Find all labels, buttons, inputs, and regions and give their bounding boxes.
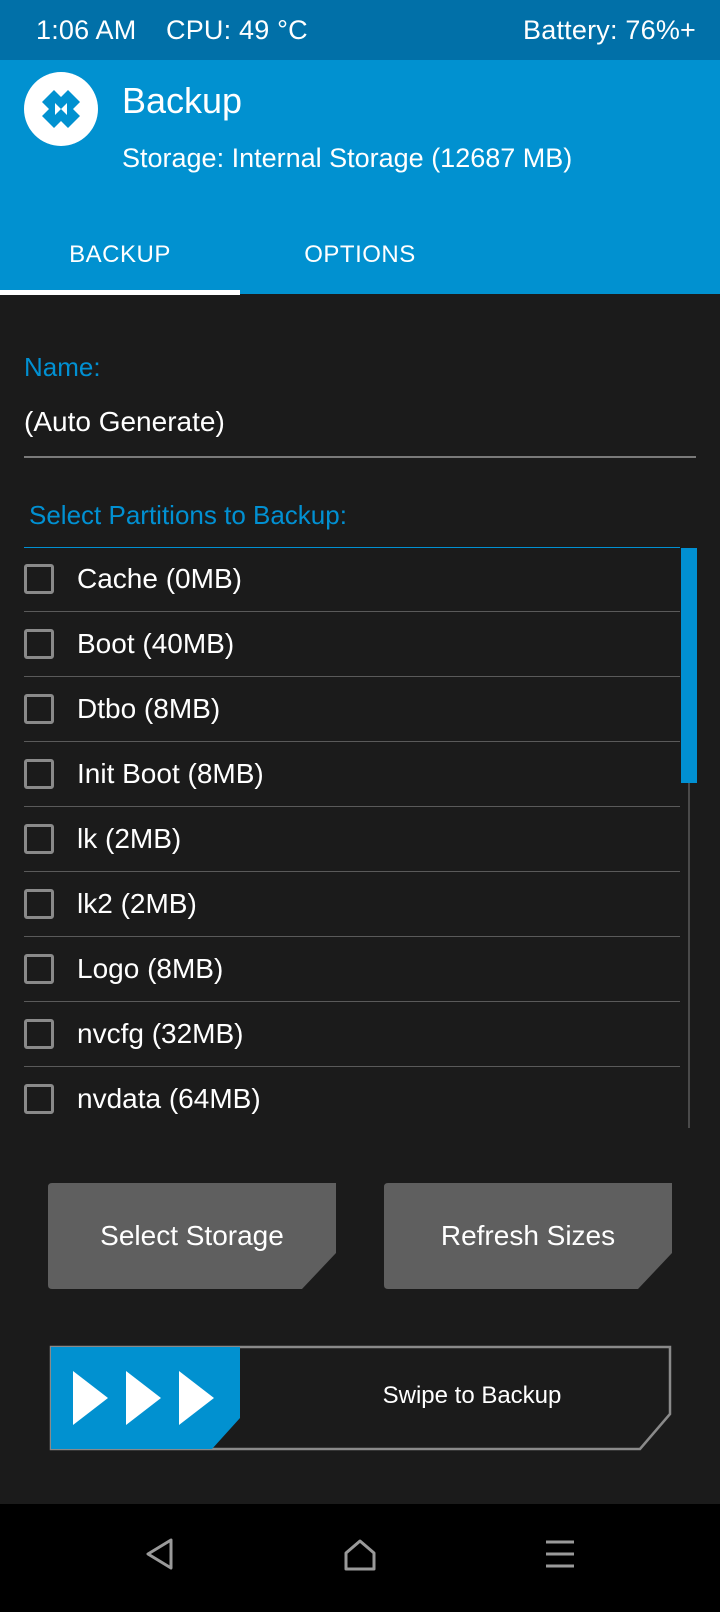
checkbox[interactable] (24, 759, 54, 789)
status-bar: 1:06 AM CPU: 49 °C Battery: 76%+ (0, 0, 720, 60)
tab-backup-label: BACKUP (69, 241, 171, 268)
scrollbar-thumb[interactable] (681, 548, 697, 783)
status-cpu-temp: CPU: 49 °C (166, 15, 308, 45)
partition-item-boot[interactable]: Boot (40MB) (24, 613, 680, 677)
checkbox[interactable] (24, 889, 54, 919)
tab-backup[interactable]: BACKUP (0, 236, 240, 294)
active-tab-indicator (0, 290, 240, 295)
back-icon[interactable] (140, 1534, 180, 1574)
partition-label: nvcfg (32MB) (77, 1018, 244, 1049)
swipe-to-backup-slider[interactable]: Swipe to Backup (48, 1344, 672, 1452)
checkbox[interactable] (24, 564, 54, 594)
partition-label: Cache (0MB) (77, 563, 242, 594)
row-divider (24, 806, 680, 807)
checkbox[interactable] (24, 629, 54, 659)
checkbox[interactable] (24, 824, 54, 854)
storage-info: Storage: Internal Storage (12687 MB) (122, 143, 573, 173)
navigation-bar (0, 1504, 720, 1612)
tab-options-label: OPTIONS (304, 241, 416, 268)
refresh-sizes-button[interactable]: Refresh Sizes (384, 1183, 672, 1289)
status-battery: Battery: 76%+ (523, 15, 696, 45)
row-divider (24, 676, 680, 677)
page-title: Backup (122, 80, 243, 121)
row-divider (24, 611, 680, 612)
name-label: Name: (24, 352, 101, 382)
partition-item-lk[interactable]: lk (2MB) (24, 808, 680, 872)
checkbox[interactable] (24, 1019, 54, 1049)
partition-item-nvcfg[interactable]: nvcfg (32MB) (24, 1003, 680, 1067)
row-divider (24, 1001, 680, 1002)
partition-label: lk2 (2MB) (77, 888, 197, 919)
refresh-sizes-label: Refresh Sizes (440, 1220, 616, 1251)
row-divider (24, 871, 680, 872)
partition-label: Boot (40MB) (77, 628, 235, 659)
row-divider (24, 936, 680, 937)
partition-label: nvdata (64MB) (77, 1083, 261, 1114)
partition-item-logo[interactable]: Logo (8MB) (24, 938, 680, 1002)
tab-options[interactable]: OPTIONS (240, 236, 480, 294)
row-divider (24, 741, 680, 742)
partition-item-cache[interactable]: Cache (0MB) (24, 548, 680, 612)
menu-icon[interactable] (540, 1534, 580, 1574)
partition-item-init-boot[interactable]: Init Boot (8MB) (24, 743, 680, 807)
status-time: 1:06 AM (36, 15, 137, 45)
row-divider (24, 1066, 680, 1067)
checkbox[interactable] (24, 694, 54, 724)
home-icon[interactable] (340, 1534, 380, 1574)
partition-label: Init Boot (8MB) (77, 758, 264, 789)
backup-name-input[interactable]: (Auto Generate) (24, 406, 225, 438)
swipe-handle[interactable] (48, 1344, 242, 1452)
partition-label: Dtbo (8MB) (77, 693, 221, 724)
partition-list[interactable]: Cache (0MB) Boot (40MB) Dtbo (8MB) Init … (24, 548, 680, 1128)
name-underline (24, 456, 696, 458)
partition-label: lk (2MB) (77, 823, 182, 854)
select-storage-button[interactable]: Select Storage (48, 1183, 336, 1289)
partition-item-dtbo[interactable]: Dtbo (8MB) (24, 678, 680, 742)
checkbox[interactable] (24, 954, 54, 984)
swipe-label: Swipe to Backup (382, 1382, 562, 1409)
partition-label: Logo (8MB) (77, 953, 224, 984)
twrp-logo-icon (24, 72, 98, 146)
partition-item-nvdata[interactable]: nvdata (64MB) (24, 1068, 680, 1132)
partition-item-lk2[interactable]: lk2 (2MB) (24, 873, 680, 937)
checkbox[interactable] (24, 1084, 54, 1114)
select-storage-label: Select Storage (100, 1220, 284, 1251)
partitions-label: Select Partitions to Backup: (29, 500, 347, 530)
